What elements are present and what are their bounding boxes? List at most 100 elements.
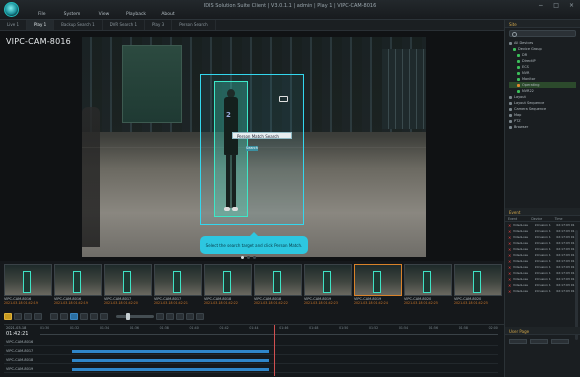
camera-icon[interactable] [14,313,22,320]
playback-toolbar [4,312,504,321]
site-tree-label: Camera Sequence [514,107,547,111]
video-pane: VIPC-CAM-8016 2 Person Match Search Sear… [0,31,504,261]
play-icon[interactable] [80,313,88,320]
thumbnail-image[interactable] [54,264,102,296]
pager-dot-3[interactable] [253,256,256,259]
thumbnail-item[interactable]: VIPC-CAM-8018 2021-03-18 01:42:22 [254,264,302,306]
thumbnail-item[interactable]: VIPC-CAM-8017 2021-03-18 01:42:21 [154,264,202,306]
recording-bar[interactable] [72,350,269,353]
right-panel: Site All Devices Device Group DR DirectIP EC… [504,20,580,377]
timeline-row[interactable]: VIPC-CAM-8019 [4,366,498,373]
event-type: VideoLoss [513,259,528,263]
window-title: IDIS Solution Suite Client | V3.0.1.1 | … [203,3,377,9]
menu-playback[interactable]: Playback [120,12,152,17]
tab-person-search[interactable]: Person Search [172,20,216,30]
thumbnail-item[interactable]: VIPC-CAM-8016 2021-03-18 01:42:19 [4,264,52,306]
thumbnail-image[interactable] [304,264,352,296]
event-device: Intrusion 1 [534,235,551,239]
minimize-icon[interactable]: − [538,2,543,9]
menu-about[interactable]: About [152,12,184,17]
event-row[interactable]: ✕ VideoLoss Intrusion 1 02:17:03 01 [505,288,580,294]
timeline-ruler[interactable]: 01:30 01:32 01:34 01:36 01:38 01:40 01:42 01:44… [40,326,498,335]
timeline[interactable]: 2021-03-18 01:42:21 01:30 01:32 01:34 01:36… [4,324,504,376]
event-col-time[interactable]: Time [555,217,578,221]
speed-slider[interactable] [116,313,154,320]
tab-dvr-search-1[interactable]: DVR Search 1 [103,20,146,30]
timeline-tick: 01:42 [219,326,229,330]
bookmark-icon[interactable] [186,313,194,320]
settings-icon[interactable] [196,313,204,320]
lock-icon[interactable] [4,313,12,320]
device-status-icon [517,83,520,87]
thumbnail-item[interactable]: VIPC-CAM-8020 2021-03-18 01:42:25 [404,264,452,306]
device-status-icon [509,95,512,99]
background-doors [382,49,426,129]
step-forward-icon[interactable] [90,313,98,320]
thumbnail-image[interactable] [354,264,402,296]
context-menu-sub-button[interactable]: Search [246,146,258,151]
video-feed[interactable]: 2 Person Match Search Search [82,37,426,257]
thumbnail-time: 2021-03-18 01:42:23 [304,301,338,305]
pause-icon[interactable] [70,313,78,320]
site-tree-item[interactable]: Browser [509,124,576,130]
pager-dot-2[interactable] [247,256,250,259]
thumbnail-item[interactable]: VIPC-CAM-8017 2021-03-18 01:42:20 [104,264,152,306]
recording-bar[interactable] [72,368,269,371]
user-page-add-button[interactable] [509,339,527,344]
pager-dot-1[interactable] [241,256,244,259]
thumbnail-image[interactable] [404,264,452,296]
background-shop [122,45,182,123]
thumbnail-item[interactable]: VIPC-CAM-8016 2021-03-18 01:42:19 [54,264,102,306]
user-page-edit-button[interactable] [530,339,548,344]
timeline-tick: 01:36 [129,326,139,330]
thumbnail-image[interactable] [454,264,502,296]
thumbnail-image[interactable] [154,264,202,296]
close-icon[interactable]: × [569,2,574,9]
menu-view[interactable]: View [88,12,120,17]
site-tree: All Devices Device Group DR DirectIP ECS NVR M… [505,39,580,131]
menu-system[interactable]: System [56,12,88,17]
thumbnail-image[interactable] [204,264,252,296]
event-device: Intrusion 1 [534,265,551,269]
rewind-icon[interactable] [50,313,58,320]
thumbnail-item[interactable]: VIPC-CAM-8019 2021-03-18 01:42:23 [304,264,352,306]
timeline-row[interactable]: VIPC-CAM-8017 [4,348,498,355]
event-col-event[interactable]: Event [508,217,531,221]
thumbnail-item[interactable]: VIPC-CAM-8020 2021-03-18 01:42:25 [454,264,502,306]
timeline-cursor[interactable] [274,325,275,376]
tab-play-1[interactable]: Play 1 [26,20,55,30]
timeline-row[interactable]: VIPC-CAM-8016 [4,339,498,346]
step-back-icon[interactable] [60,313,68,320]
site-search-input[interactable] [509,30,576,37]
fast-forward-icon[interactable] [100,313,108,320]
tab-backup-search-1[interactable]: Backup Search 1 [54,20,103,30]
thumbnail-image[interactable] [254,264,302,296]
camera-icon[interactable] [279,96,288,102]
site-tree-label: NVR22 [522,89,534,93]
grid-icon[interactable] [34,313,42,320]
tab-live-1[interactable]: Live 1 [0,20,27,30]
recording-bar[interactable] [72,359,269,362]
thumbnail-image[interactable] [4,264,52,296]
event-type: VideoLoss [513,223,528,227]
timeline-row[interactable]: VIPC-CAM-8018 [4,357,498,364]
print-icon[interactable] [166,313,174,320]
event-type: VideoLoss [513,253,528,257]
timeline-tick: 01:44 [249,326,259,330]
zoom-icon[interactable] [24,313,32,320]
export-icon[interactable] [156,313,164,320]
event-device: Intrusion 1 [534,247,551,251]
snapshot-icon[interactable] [176,313,184,320]
event-device: Intrusion 1 [534,277,551,281]
user-page-delete-button[interactable] [551,339,569,344]
thumbnail-image[interactable] [104,264,152,296]
maximize-icon[interactable]: □ [553,2,559,9]
event-panel: Event Event Device Time ✕ VideoLoss Intrus… [505,208,580,294]
event-scrollbar[interactable] [575,230,578,340]
menu-file[interactable]: File [38,12,56,17]
tab-play-3[interactable]: Play 3 [145,20,173,30]
thumbnail-item[interactable]: VIPC-CAM-8019 2021-03-18 01:42:24 [354,264,402,306]
thumbnail-item[interactable]: VIPC-CAM-8018 2021-03-18 01:42:22 [204,264,252,306]
event-col-device[interactable]: Device [531,217,554,221]
context-menu-person-match-search[interactable]: Person Match Search [232,132,292,139]
